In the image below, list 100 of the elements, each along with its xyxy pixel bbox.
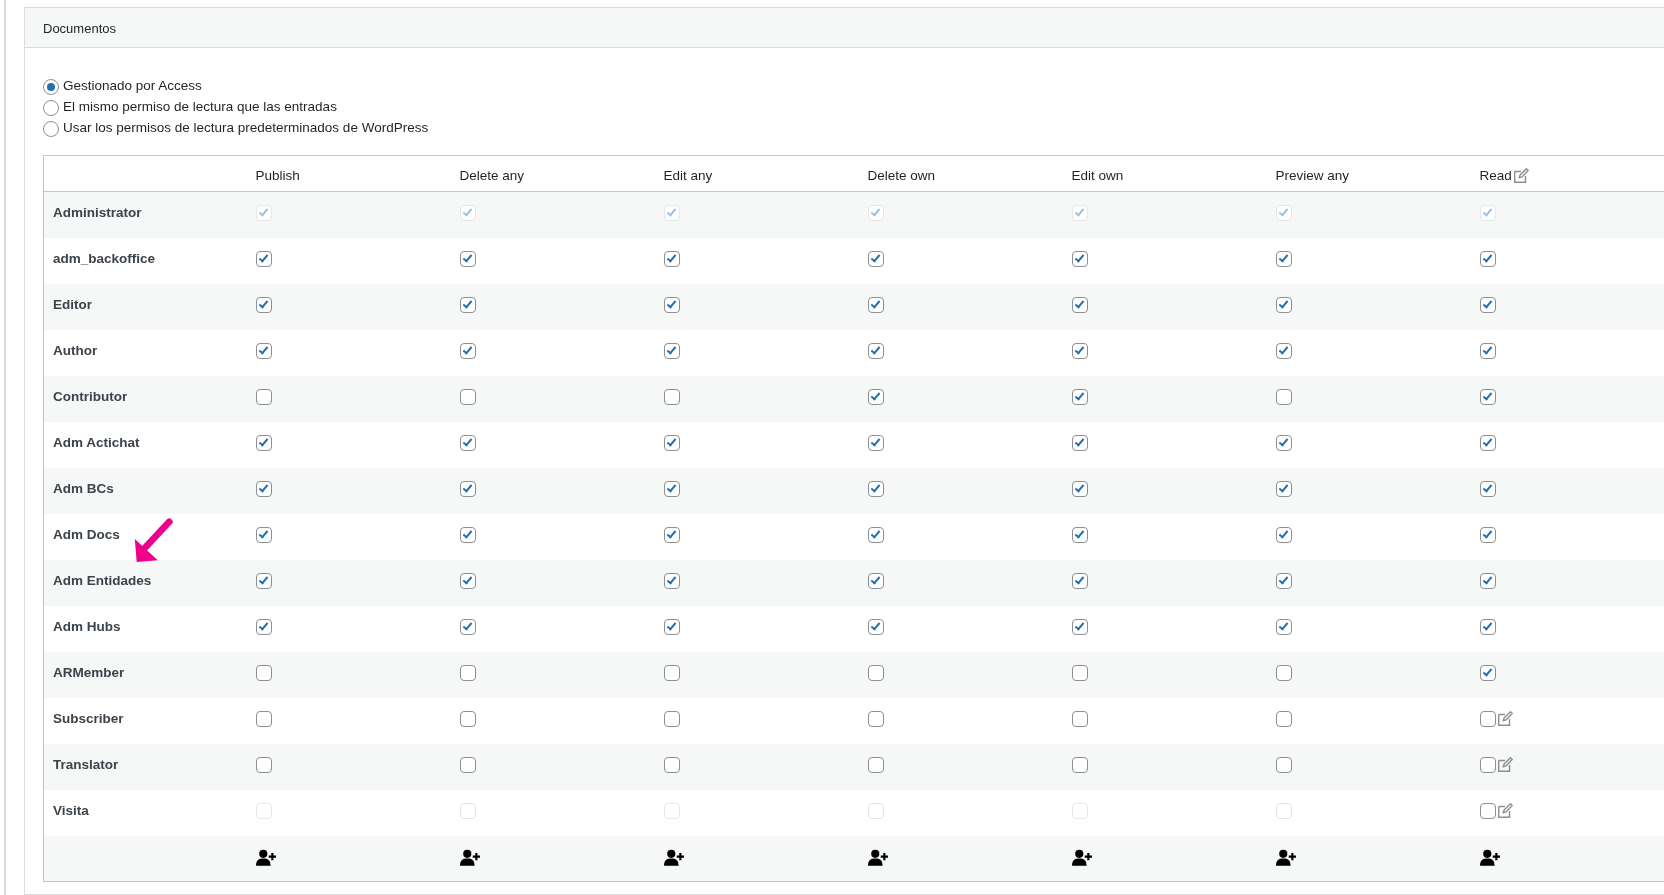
- checkbox[interactable]: [1479, 618, 1496, 635]
- checkbox[interactable]: [867, 572, 884, 589]
- checkbox[interactable]: [1479, 250, 1496, 267]
- edit-icon[interactable]: [1495, 755, 1514, 774]
- checkbox[interactable]: [1275, 434, 1292, 451]
- checkbox[interactable]: [1275, 572, 1292, 589]
- checkbox[interactable]: [1479, 802, 1496, 819]
- checkbox[interactable]: [663, 480, 680, 497]
- checkbox[interactable]: [867, 664, 884, 681]
- checkbox[interactable]: [255, 388, 272, 405]
- radio-button[interactable]: [43, 99, 59, 116]
- add-user-icon[interactable]: [663, 849, 684, 867]
- checkbox[interactable]: [867, 710, 884, 727]
- checkbox[interactable]: [1479, 342, 1496, 359]
- checkbox[interactable]: [1275, 388, 1292, 405]
- edit-icon[interactable]: [1495, 709, 1514, 728]
- checkbox[interactable]: [459, 756, 476, 773]
- checkbox[interactable]: [1479, 388, 1496, 405]
- checkbox[interactable]: [1479, 756, 1496, 773]
- checkbox[interactable]: [1071, 526, 1088, 543]
- checkbox[interactable]: [459, 250, 476, 267]
- add-user-icon[interactable]: [1275, 849, 1296, 867]
- checkbox[interactable]: [1071, 296, 1088, 313]
- checkbox[interactable]: [867, 296, 884, 313]
- checkbox[interactable]: [663, 710, 680, 727]
- checkbox[interactable]: [1275, 618, 1292, 635]
- checkbox[interactable]: [459, 296, 476, 313]
- role-name: Administrator: [53, 205, 142, 220]
- checkbox[interactable]: [255, 342, 272, 359]
- checkbox[interactable]: [1479, 572, 1496, 589]
- add-user-icon[interactable]: [255, 849, 276, 867]
- checkbox[interactable]: [1275, 526, 1292, 543]
- checkbox[interactable]: [867, 388, 884, 405]
- checkbox[interactable]: [1071, 342, 1088, 359]
- checkbox[interactable]: [663, 434, 680, 451]
- checkbox[interactable]: [1479, 664, 1496, 681]
- add-user-icon[interactable]: [459, 849, 480, 867]
- checkbox[interactable]: [1479, 434, 1496, 451]
- checkbox[interactable]: [1275, 710, 1292, 727]
- checkbox[interactable]: [255, 710, 272, 727]
- checkbox[interactable]: [1479, 480, 1496, 497]
- edit-icon[interactable]: [1511, 167, 1530, 186]
- checkbox[interactable]: [255, 434, 272, 451]
- checkbox[interactable]: [255, 250, 272, 267]
- checkbox[interactable]: [459, 480, 476, 497]
- checkbox[interactable]: [867, 480, 884, 497]
- checkbox[interactable]: [867, 756, 884, 773]
- radio-button[interactable]: [43, 120, 59, 137]
- checkbox[interactable]: [1071, 388, 1088, 405]
- checkbox[interactable]: [1071, 710, 1088, 727]
- checkbox[interactable]: [459, 710, 476, 727]
- checkbox[interactable]: [663, 526, 680, 543]
- checkbox[interactable]: [255, 480, 272, 497]
- checkbox[interactable]: [1479, 526, 1496, 543]
- checkbox[interactable]: [255, 572, 272, 589]
- checkbox[interactable]: [459, 572, 476, 589]
- checkbox[interactable]: [1275, 756, 1292, 773]
- checkbox[interactable]: [1479, 296, 1496, 313]
- checkbox[interactable]: [867, 342, 884, 359]
- checkbox[interactable]: [255, 296, 272, 313]
- checkbox[interactable]: [1275, 296, 1292, 313]
- checkbox[interactable]: [867, 434, 884, 451]
- checkbox[interactable]: [663, 572, 680, 589]
- checkbox[interactable]: [663, 296, 680, 313]
- add-user-icon[interactable]: [867, 849, 888, 867]
- checkbox[interactable]: [1275, 250, 1292, 267]
- checkbox[interactable]: [1071, 434, 1088, 451]
- checkbox[interactable]: [1071, 250, 1088, 267]
- checkbox[interactable]: [459, 664, 476, 681]
- checkbox[interactable]: [1071, 756, 1088, 773]
- checkbox[interactable]: [1275, 342, 1292, 359]
- checkbox[interactable]: [459, 434, 476, 451]
- checkbox[interactable]: [663, 250, 680, 267]
- add-user-icon[interactable]: [1071, 849, 1092, 867]
- checkbox[interactable]: [1479, 710, 1496, 727]
- checkbox[interactable]: [1071, 480, 1088, 497]
- checkbox[interactable]: [663, 756, 680, 773]
- checkbox[interactable]: [663, 342, 680, 359]
- checkbox[interactable]: [459, 618, 476, 635]
- checkbox[interactable]: [1275, 664, 1292, 681]
- checkbox[interactable]: [459, 388, 476, 405]
- checkbox[interactable]: [1071, 572, 1088, 589]
- checkbox[interactable]: [1071, 618, 1088, 635]
- checkbox[interactable]: [663, 388, 680, 405]
- edit-icon[interactable]: [1495, 801, 1514, 820]
- checkbox[interactable]: [1275, 480, 1292, 497]
- checkbox[interactable]: [255, 664, 272, 681]
- checkbox[interactable]: [255, 618, 272, 635]
- checkbox[interactable]: [255, 756, 272, 773]
- checkbox[interactable]: [1071, 664, 1088, 681]
- checkbox[interactable]: [459, 526, 476, 543]
- checkbox[interactable]: [867, 618, 884, 635]
- checkbox[interactable]: [459, 342, 476, 359]
- checkbox[interactable]: [663, 664, 680, 681]
- radio-button[interactable]: [43, 78, 59, 95]
- checkbox[interactable]: [867, 250, 884, 267]
- checkbox[interactable]: [663, 618, 680, 635]
- checkbox[interactable]: [255, 526, 272, 543]
- checkbox[interactable]: [867, 526, 884, 543]
- add-user-icon[interactable]: [1479, 849, 1500, 867]
